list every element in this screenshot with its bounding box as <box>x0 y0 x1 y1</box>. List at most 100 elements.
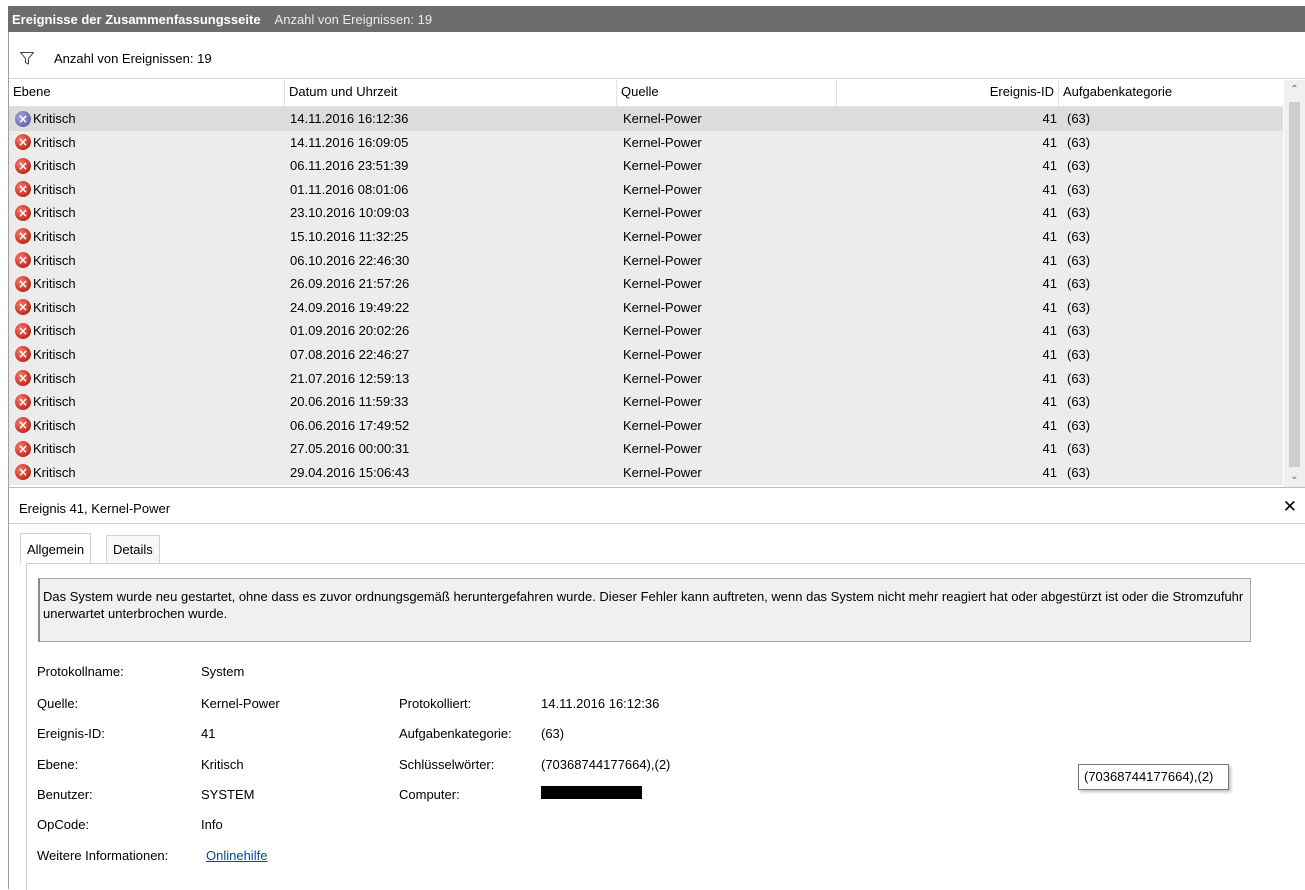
level-cell: × Kritisch <box>15 201 285 224</box>
level-text: Kritisch <box>33 228 76 244</box>
date-cell: 26.09.2016 21:57:26 <box>290 276 410 292</box>
task-category-cell: (63) <box>1067 370 1091 386</box>
source-value: Kernel-Power <box>201 696 280 711</box>
filter-icon[interactable] <box>19 52 35 68</box>
table-row[interactable]: × Kritisch 01.11.2016 08:01:06 Kernel-Power… <box>9 177 1283 202</box>
column-header-event-id[interactable]: Ereignis-ID <box>837 80 1059 106</box>
critical-error-icon: × <box>15 252 31 269</box>
critical-error-icon: × <box>15 110 31 127</box>
source-cell: Kernel-Power <box>623 346 702 362</box>
event-count-label: Anzahl von Ereignissen: 19 <box>54 51 212 66</box>
user-value: SYSTEM <box>201 787 255 802</box>
critical-error-icon: × <box>15 204 31 221</box>
critical-error-icon: × <box>15 346 31 363</box>
column-header-date[interactable]: Datum und Uhrzeit <box>285 80 617 106</box>
user-label: Benutzer: <box>37 787 93 802</box>
level-text: Kritisch <box>33 299 76 315</box>
table-row[interactable]: × Kritisch 01.09.2016 20:02:26 Kernel-Power… <box>9 319 1283 343</box>
table-row[interactable]: × Kritisch 24.09.2016 19:49:22 Kernel-Power… <box>9 295 1283 320</box>
window-titlebar: Ereignisse der Zusammenfassungsseite Anz… <box>0 0 1305 32</box>
table-row[interactable]: × Kritisch 15.10.2016 11:32:25 Kernel-Power… <box>9 224 1283 249</box>
tab-details[interactable]: Details <box>106 535 160 563</box>
event-id-cell: 41 <box>1042 228 1057 244</box>
column-header-level[interactable]: Ebene <box>9 80 285 106</box>
vertical-scrollbar[interactable]: ⌃ ⌄ <box>1284 80 1305 487</box>
keywords-tooltip: (70368744177664),(2) <box>1078 764 1229 790</box>
date-cell: 27.05.2016 00:00:31 <box>290 441 410 457</box>
source-cell: Kernel-Power <box>623 370 702 386</box>
log-name-label: Protokollname: <box>37 664 124 679</box>
task-category-cell: (63) <box>1067 158 1091 174</box>
table-row[interactable]: × Kritisch 14.11.2016 16:12:36 Kernel-Power… <box>9 107 1283 131</box>
date-cell: 15.10.2016 11:32:25 <box>290 228 409 244</box>
source-cell: Kernel-Power <box>623 205 702 221</box>
level-cell: × Kritisch <box>15 178 285 201</box>
source-cell: Kernel-Power <box>623 417 702 433</box>
window-title: Ereignisse der Zusammenfassungsseite <box>12 11 261 27</box>
task-category-cell: (63) <box>1067 464 1091 480</box>
level-cell: × Kritisch <box>15 414 285 437</box>
scrollbar-thumb[interactable] <box>1289 102 1300 467</box>
event-id-cell: 41 <box>1042 111 1057 126</box>
date-cell: 21.07.2016 12:59:13 <box>290 370 410 386</box>
table-row[interactable]: × Kritisch 21.07.2016 12:59:13 Kernel-Power… <box>9 366 1283 391</box>
table-row[interactable]: × Kritisch 07.08.2016 22:46:27 Kernel-Power… <box>9 342 1283 367</box>
event-id-cell: 41 <box>1042 441 1057 457</box>
online-help-link[interactable]: Onlinehilfe <box>206 848 267 863</box>
events-table[interactable]: Ebene Datum und Uhrzeit Quelle Ereignis-… <box>9 80 1305 488</box>
scroll-up-arrow-icon[interactable]: ⌃ <box>1284 80 1305 100</box>
source-cell: Kernel-Power <box>623 464 702 480</box>
level-text: Kritisch <box>33 441 76 457</box>
table-row[interactable]: × Kritisch 06.10.2016 22:46:30 Kernel-Power… <box>9 248 1283 273</box>
tab-allgemein[interactable]: Allgemein <box>20 533 92 563</box>
level-cell: × Kritisch <box>15 107 285 130</box>
table-row[interactable]: × Kritisch 27.05.2016 00:00:31 Kernel-Power… <box>9 437 1283 461</box>
event-description[interactable]: Das System wurde neu gestartet, ohne das… <box>38 578 1251 642</box>
level-text: Kritisch <box>33 205 76 221</box>
level-cell: × Kritisch <box>15 272 285 295</box>
event-id-cell: 41 <box>1042 181 1057 197</box>
window-subtitle: Anzahl von Ereignissen: 19 <box>274 11 433 27</box>
keywords-label: Schlüsselwörter: <box>399 757 495 772</box>
event-id-cell: 41 <box>1042 252 1057 268</box>
computer-value-redacted <box>541 786 642 799</box>
level-cell: × Kritisch <box>15 296 285 319</box>
event-id-cell: 41 <box>1042 205 1057 221</box>
task-category-cell: (63) <box>1067 417 1091 433</box>
level-text: Kritisch <box>33 134 76 150</box>
level-cell: × Kritisch <box>15 367 285 390</box>
date-cell: 06.10.2016 22:46:30 <box>290 252 410 268</box>
task-category-cell: (63) <box>1067 111 1091 126</box>
level-cell: × Kritisch <box>15 437 285 460</box>
table-row[interactable]: × Kritisch 26.09.2016 21:57:26 Kernel-Power… <box>9 272 1283 296</box>
table-row[interactable]: × Kritisch 29.04.2016 15:06:43 Kernel-Power… <box>9 460 1283 485</box>
source-cell: Kernel-Power <box>623 394 702 410</box>
close-icon[interactable]: ✕ <box>1283 497 1297 517</box>
date-cell: 20.06.2016 11:59:33 <box>290 394 409 410</box>
date-cell: 01.11.2016 08:01:06 <box>290 181 409 197</box>
table-row[interactable]: × Kritisch 06.06.2016 17:49:52 Kernel-Power… <box>9 413 1283 438</box>
column-header-task-category[interactable]: Aufgabenkategorie <box>1059 80 1283 106</box>
level-text: Kritisch <box>33 323 76 339</box>
level-cell: × Kritisch <box>15 343 285 366</box>
opcode-label: OpCode: <box>37 817 90 832</box>
date-cell: 01.09.2016 20:02:26 <box>290 323 410 339</box>
table-row[interactable]: × Kritisch 06.11.2016 23:51:39 Kernel-Power… <box>9 154 1283 178</box>
critical-error-icon: × <box>15 417 31 434</box>
source-label: Quelle: <box>37 696 79 711</box>
logged-value: 14.11.2016 16:12:36 <box>541 696 660 711</box>
column-header-source[interactable]: Quelle <box>617 80 837 106</box>
level-text: Kritisch <box>33 464 76 480</box>
level-text: Kritisch <box>33 417 76 433</box>
table-row[interactable]: × Kritisch 14.11.2016 16:09:05 Kernel-Power… <box>9 130 1283 155</box>
scroll-down-arrow-icon[interactable]: ⌄ <box>1284 467 1305 487</box>
filter-bar: Anzahl von Ereignissen: 19 <box>9 32 1305 79</box>
table-row[interactable]: × Kritisch 23.10.2016 10:09:03 Kernel-Power… <box>9 201 1283 225</box>
level-cell: × Kritisch <box>15 131 285 154</box>
event-id-cell: 41 <box>1042 134 1057 150</box>
event-id-cell: 41 <box>1042 346 1057 362</box>
table-row[interactable]: × Kritisch 20.06.2016 11:59:33 Kernel-Power… <box>9 390 1283 414</box>
task-category-cell: (63) <box>1067 299 1091 315</box>
event-id-cell: 41 <box>1042 276 1057 292</box>
date-cell: 23.10.2016 10:09:03 <box>290 205 410 221</box>
